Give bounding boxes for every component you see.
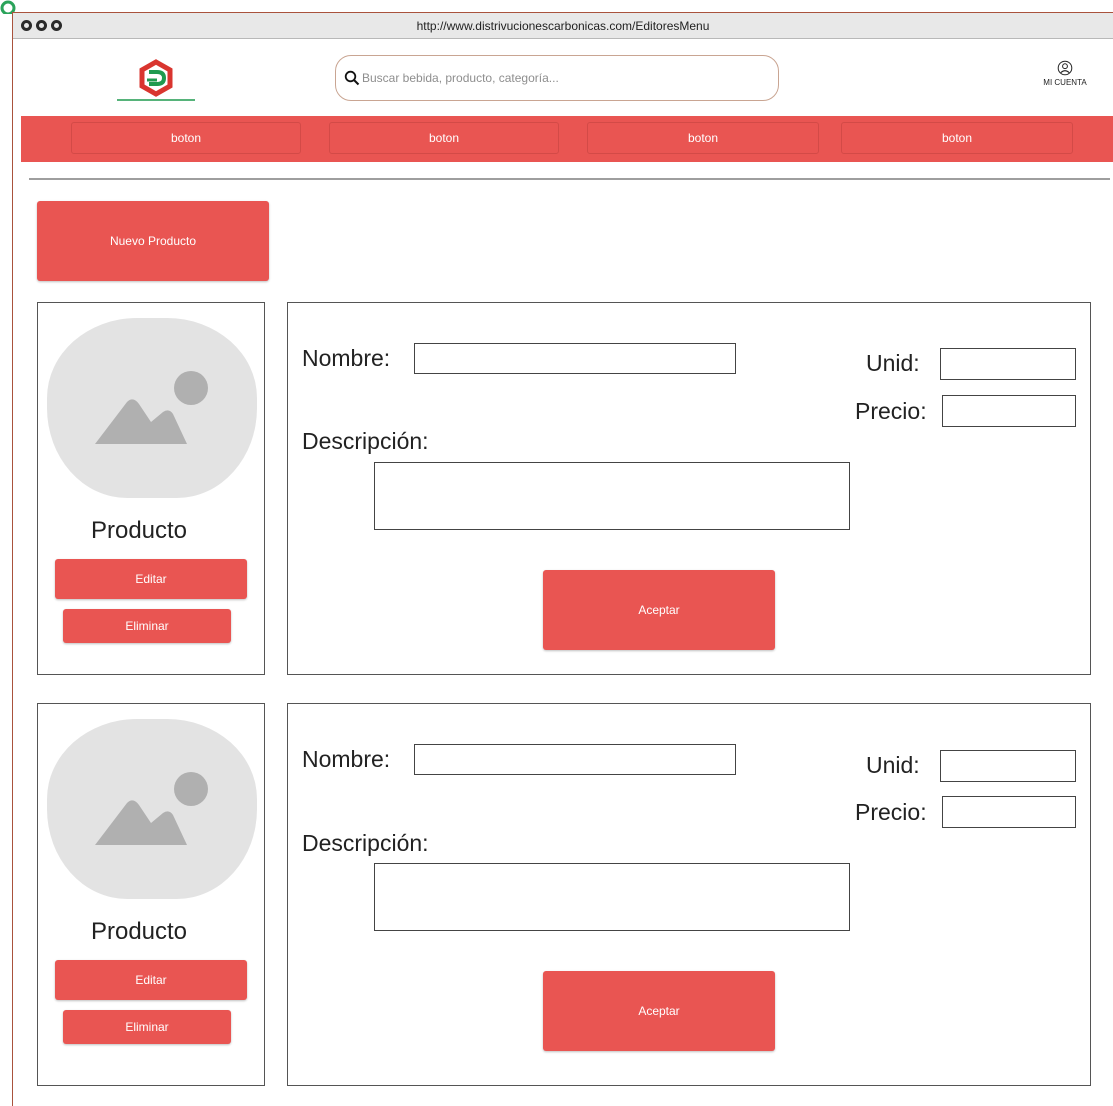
nav-button-3[interactable]: boton bbox=[587, 122, 819, 154]
search-icon[interactable] bbox=[344, 70, 360, 86]
nav-button-4[interactable]: boton bbox=[841, 122, 1073, 154]
product-card: Producto Editar Eliminar bbox=[37, 302, 265, 675]
new-product-button[interactable]: Nuevo Producto bbox=[37, 201, 269, 281]
address-bar[interactable]: http://www.distrivucionescarbonicas.com/… bbox=[13, 19, 1113, 33]
name-field[interactable] bbox=[414, 744, 736, 775]
accept-button[interactable]: Aceptar bbox=[543, 971, 775, 1051]
product-name: Producto bbox=[90, 918, 188, 945]
price-field[interactable] bbox=[942, 796, 1076, 828]
name-label: Nombre: bbox=[302, 746, 391, 772]
brand-logo-icon bbox=[117, 59, 195, 101]
unit-label: Unid: bbox=[866, 752, 920, 778]
edit-button[interactable]: Editar bbox=[55, 960, 247, 1000]
browser-window: http://www.distrivucionescarbonicas.com/… bbox=[12, 12, 1113, 1106]
product-image bbox=[47, 318, 257, 498]
account-menu[interactable]: MI CUENTA bbox=[1033, 60, 1097, 87]
user-circle-icon bbox=[1057, 60, 1073, 76]
search-input[interactable] bbox=[362, 68, 762, 88]
description-field[interactable] bbox=[374, 462, 850, 530]
name-field[interactable] bbox=[414, 343, 736, 374]
search-box[interactable] bbox=[335, 55, 779, 101]
accept-button[interactable]: Aceptar bbox=[543, 570, 775, 650]
product-form: Nombre: Unid: Precio: Descripción: Acept… bbox=[287, 703, 1091, 1086]
delete-button[interactable]: Eliminar bbox=[63, 1010, 231, 1044]
description-field[interactable] bbox=[374, 863, 850, 931]
product-image bbox=[47, 719, 257, 899]
product-name: Producto bbox=[90, 517, 188, 544]
description-label: Descripción: bbox=[302, 428, 429, 454]
unit-field[interactable] bbox=[940, 348, 1076, 380]
account-label: MI CUENTA bbox=[1043, 78, 1087, 87]
description-label: Descripción: bbox=[302, 830, 429, 856]
site-header: MI CUENTA bbox=[13, 40, 1113, 116]
header-divider bbox=[29, 178, 1110, 180]
price-field[interactable] bbox=[942, 395, 1076, 427]
image-placeholder-icon bbox=[95, 371, 208, 444]
unit-label: Unid: bbox=[866, 350, 920, 376]
price-label: Precio: bbox=[855, 799, 927, 825]
browser-titlebar: http://www.distrivucionescarbonicas.com/… bbox=[13, 13, 1113, 39]
delete-button[interactable]: Eliminar bbox=[63, 609, 231, 643]
edit-button[interactable]: Editar bbox=[55, 559, 247, 599]
product-form: Nombre: Unid: Precio: Descripción: Acept… bbox=[287, 302, 1091, 675]
site-logo[interactable] bbox=[111, 58, 201, 104]
nav-button-1[interactable]: boton bbox=[71, 122, 301, 154]
image-placeholder-icon bbox=[95, 772, 208, 845]
unit-field[interactable] bbox=[940, 750, 1076, 782]
main-nav: boton boton boton boton bbox=[21, 116, 1113, 162]
name-label: Nombre: bbox=[302, 345, 391, 371]
nav-button-2[interactable]: boton bbox=[329, 122, 559, 154]
product-card: Producto Editar Eliminar bbox=[37, 703, 265, 1086]
price-label: Precio: bbox=[855, 398, 927, 424]
